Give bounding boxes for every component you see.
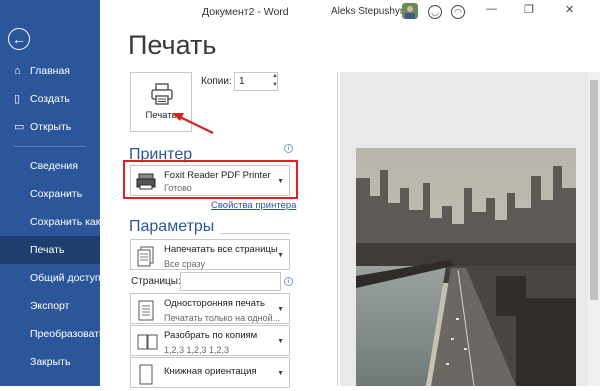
scrollbar-thumb[interactable] (590, 80, 598, 300)
setting-title: Односторонняя печать (164, 298, 265, 309)
new-document-icon: ▯ (14, 93, 21, 105)
pages-icon (137, 246, 154, 267)
printer-properties-link[interactable]: Свойства принтера (211, 200, 296, 211)
folder-icon: ▭ (14, 121, 25, 133)
preview-page (356, 148, 576, 387)
chevron-down-icon: ▼ (277, 338, 284, 345)
chevron-down-icon: ▼ (277, 306, 284, 313)
orientation-dropdown[interactable]: Книжная ориентация ▼ (130, 357, 290, 388)
sidebar-item-share[interactable]: Общий доступ (0, 264, 101, 292)
spin-up-icon[interactable]: ▲ (272, 73, 278, 79)
close-icon[interactable]: ✕ (565, 3, 574, 16)
backstage-sidebar: ← ⌂ Главная ▯ Создать ▭ Открыть Сведения Со… (0, 0, 105, 386)
sidebar-item-export[interactable]: Экспорт (0, 292, 100, 320)
minimize-icon[interactable]: — (486, 3, 497, 15)
frown-icon[interactable]: ◠ (451, 5, 465, 19)
smiley-icon[interactable]: ◡ (428, 5, 442, 19)
setting-subtitle: Все сразу (164, 259, 205, 269)
sidebar-item-open[interactable]: ▭ Открыть (0, 113, 100, 141)
sidebar-item-close[interactable]: Закрыть (0, 348, 100, 376)
setting-subtitle: 1,2,3 1,2,3 1,2,3 (164, 345, 230, 355)
collate-icon (137, 334, 158, 350)
sidebar-item-label: Главная (30, 65, 70, 77)
info-icon[interactable]: i (284, 277, 293, 286)
annotation-arrow (172, 113, 214, 134)
sidebar-item-info[interactable]: Сведения (0, 152, 100, 180)
city-photo (356, 148, 576, 387)
highlight-box (123, 160, 298, 199)
sidebar-item-save[interactable]: Сохранить (0, 180, 100, 208)
user-name[interactable]: Aleks Stepushyn (331, 6, 406, 17)
sidebar-item-new[interactable]: ▯ Создать (0, 85, 100, 113)
portrait-icon (139, 364, 153, 385)
sidebar-item-home[interactable]: ⌂ Главная (0, 57, 100, 85)
info-icon[interactable]: i (284, 144, 293, 153)
setting-title: Разобрать по копиям (164, 330, 258, 341)
chevron-down-icon: ▼ (277, 252, 284, 259)
collate-dropdown[interactable]: Разобрать по копиям 1,2,3 1,2,3 1,2,3 ▼ (130, 325, 290, 356)
pages-input[interactable] (180, 272, 281, 291)
copies-label: Копии: (201, 76, 232, 87)
spin-down-icon[interactable]: ▼ (272, 82, 278, 88)
one-sided-icon (138, 300, 154, 321)
restore-icon[interactable]: ❐ (524, 3, 534, 16)
sidebar-item-label: Создать (30, 93, 70, 105)
avatar[interactable] (402, 3, 418, 19)
pages-label: Страницы: (131, 276, 181, 287)
sidebar-item-print[interactable]: Печать (0, 236, 100, 264)
setting-subtitle: Печатать только на одной... (164, 313, 281, 323)
sidebar-item-transform[interactable]: Преобразовать (0, 320, 105, 348)
home-icon: ⌂ (14, 65, 21, 77)
duplex-dropdown[interactable]: Односторонняя печать Печатать только на … (130, 293, 290, 324)
back-arrow-icon[interactable]: ← (8, 28, 30, 50)
window-title: Документ2 - Word (202, 6, 289, 18)
setting-title: Книжная ориентация (164, 366, 257, 377)
page-title: Печать (128, 30, 217, 60)
sidebar-item-save-as[interactable]: Сохранить как (0, 208, 100, 236)
setting-title: Напечатать все страницы (164, 244, 278, 255)
chevron-down-icon: ▼ (277, 370, 284, 377)
preview-divider (337, 72, 338, 386)
section-divider (220, 233, 290, 234)
sidebar-divider (14, 146, 86, 147)
print-pages-dropdown[interactable]: Напечатать все страницы Все сразу ▼ (130, 239, 290, 270)
params-section-heading: Параметры (129, 218, 215, 235)
sidebar-item-label: Открыть (30, 121, 72, 133)
